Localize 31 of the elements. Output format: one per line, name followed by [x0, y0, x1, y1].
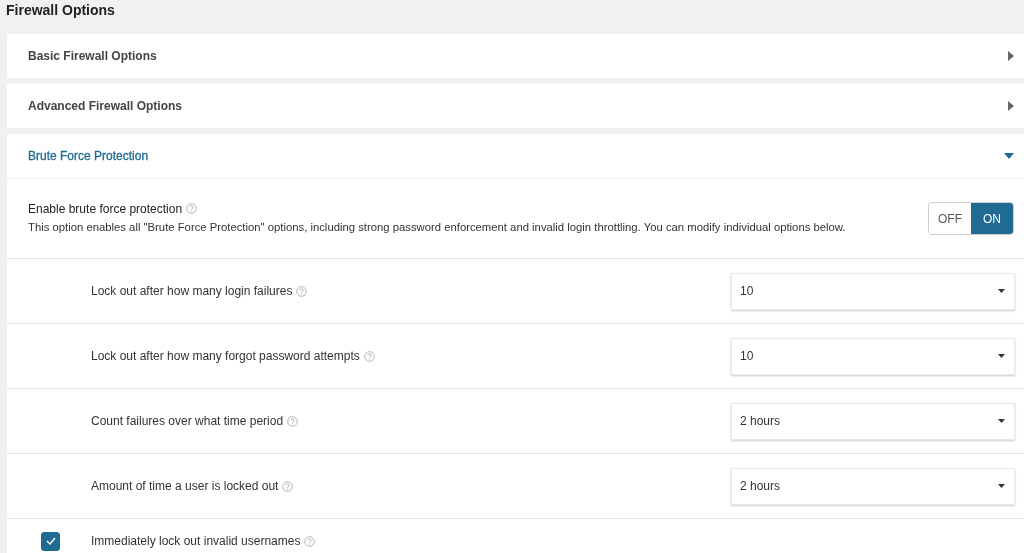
option-label: Amount of time a user is locked out — [91, 479, 279, 493]
select-field[interactable]: 10 — [731, 337, 1015, 375]
option-label: Enable brute force protection — [28, 201, 183, 216]
caret-down-icon — [998, 484, 1005, 488]
section-header[interactable]: Brute Force Protection — [7, 134, 1024, 179]
section-header[interactable]: Advanced Firewall Options — [7, 84, 1024, 128]
caret-down-icon — [1004, 153, 1014, 159]
help-icon[interactable] — [296, 285, 308, 297]
caret-down-icon — [998, 419, 1005, 423]
section-header[interactable]: Basic Firewall Options — [7, 34, 1024, 78]
option-label: Count failures over what time period — [91, 414, 284, 428]
caret-right-icon — [1008, 101, 1014, 111]
select-field[interactable]: 10 — [731, 272, 1015, 310]
caret-down-icon — [998, 354, 1005, 358]
select-field[interactable]: 2 hours — [731, 467, 1015, 505]
option-description: This option enables all "Brute Force Protection" options, including strong password enforcement and invalid login throttling. You can modify individual options below. — [28, 219, 847, 235]
caret-down-icon — [998, 289, 1005, 293]
help-icon[interactable] — [186, 203, 198, 214]
help-icon[interactable] — [287, 415, 299, 427]
help-icon[interactable] — [282, 480, 294, 492]
option-label: Lock out after how many login failures — [91, 284, 293, 298]
select-field[interactable]: 2 hours — [731, 402, 1015, 440]
checkmark-icon — [45, 537, 56, 545]
help-icon[interactable] — [363, 350, 375, 362]
toggle-option[interactable]: ON — [971, 203, 1013, 234]
option-label: Lock out after how many forgot password attempts — [91, 349, 360, 363]
caret-right-icon — [1008, 51, 1014, 61]
option-label: Immediately lock out invalid usernames — [91, 534, 301, 548]
checkbox[interactable] — [41, 531, 60, 551]
help-icon[interactable] — [304, 535, 316, 547]
page-title: Firewall Options — [6, 1, 116, 20]
